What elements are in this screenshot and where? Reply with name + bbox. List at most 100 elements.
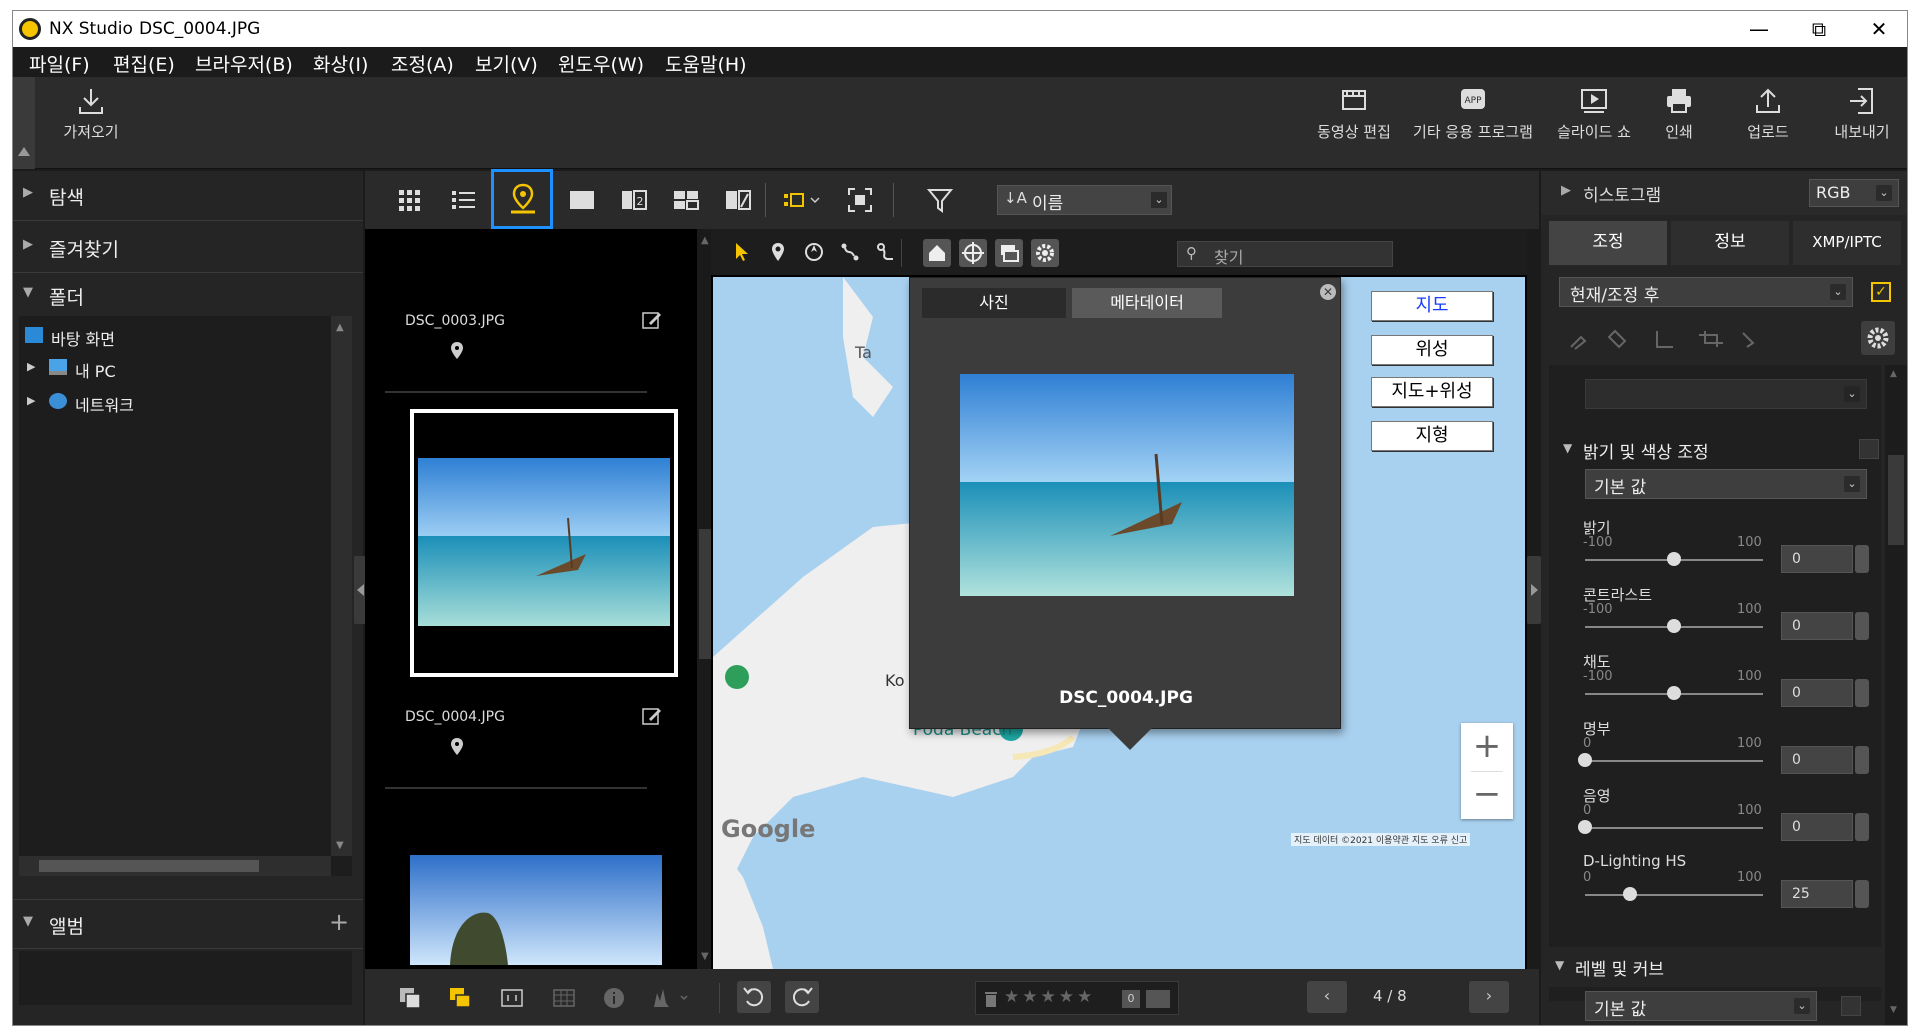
picture-control-dropdown[interactable]: ⌄	[1585, 379, 1867, 409]
apply-checkbox[interactable]: ✓	[1871, 282, 1891, 302]
histogram-mode-dropdown[interactable]: RGB ⌄	[1809, 179, 1899, 207]
slider-value-input[interactable]: 0	[1781, 813, 1853, 841]
zoom-in-button[interactable]: +	[1461, 723, 1513, 771]
direction-icon[interactable]	[803, 241, 825, 263]
popup-close-icon[interactable]: ✕	[1320, 284, 1336, 300]
focus-frame-icon[interactable]	[499, 985, 525, 1011]
slider-value-input[interactable]: 25	[1781, 880, 1853, 908]
slider-thumb[interactable]	[1667, 619, 1681, 633]
thumbnail-selected[interactable]	[410, 409, 678, 677]
before-after-icon[interactable]	[723, 185, 753, 215]
upload-button[interactable]: 업로드	[1733, 85, 1803, 142]
star-rating[interactable]: ★★★★★	[1004, 987, 1095, 1007]
next-image-button[interactable]: ›	[1469, 981, 1509, 1013]
list-view-icon[interactable]	[449, 185, 479, 215]
map-view[interactable]: Ta Ko Poda Poda Beach Google 지도 데이터 ©202…	[713, 277, 1525, 969]
brightness-preset-dropdown[interactable]: 기본 값 ⌄	[1585, 469, 1867, 499]
route-icon[interactable]	[875, 241, 897, 263]
sort-dropdown[interactable]: ↓A 이름 ⌄	[997, 185, 1172, 215]
stepper-icon[interactable]	[1855, 545, 1869, 573]
other-apps-button[interactable]: APP 기타 응용 프로그램	[1405, 85, 1541, 142]
next-thumbnail[interactable]	[410, 855, 662, 965]
stepper-icon[interactable]	[1855, 746, 1869, 774]
filter-icon[interactable]	[925, 185, 955, 215]
histogram-icon[interactable]	[651, 985, 691, 1011]
map-type-map[interactable]: 지도	[1371, 291, 1493, 321]
slider-track[interactable]	[1585, 894, 1763, 896]
video-edit-button[interactable]: 동영상 편집	[1313, 85, 1395, 142]
rotate-left-button[interactable]	[737, 981, 771, 1013]
map-layer-button[interactable]	[995, 239, 1023, 267]
menu-window[interactable]: 윈도우(W)	[558, 50, 644, 77]
menu-browser[interactable]: 브라우저(B)	[195, 50, 293, 77]
rating-zero-icon[interactable]: 0	[1122, 990, 1140, 1008]
info-icon[interactable]	[601, 985, 627, 1011]
slider-value-input[interactable]: 0	[1781, 746, 1853, 774]
print-button[interactable]: 인쇄	[1649, 85, 1709, 142]
prev-image-button[interactable]: ‹	[1307, 981, 1347, 1013]
grid-overlay-icon[interactable]	[551, 985, 577, 1011]
toolbar-collapse-handle[interactable]	[13, 77, 35, 169]
export-button[interactable]: 내보내기	[1823, 85, 1901, 142]
slideshow-button[interactable]: 슬라이드 쇼	[1551, 85, 1637, 142]
levels-preset-dropdown[interactable]: 기본 값 ⌄	[1585, 991, 1817, 1021]
levels-reset-checkbox[interactable]	[1841, 996, 1861, 1016]
histogram-header[interactable]: ▶ 히스토그램 RGB ⌄	[1541, 171, 1907, 215]
compare-four-icon[interactable]	[671, 185, 701, 215]
slider-track[interactable]	[1585, 760, 1763, 762]
tab-info[interactable]: 정보	[1671, 221, 1789, 265]
tree-item-my-pc[interactable]: ▶ 내 PC	[19, 354, 331, 382]
slider-track[interactable]	[1585, 827, 1763, 829]
slider-thumb[interactable]	[1622, 887, 1637, 901]
map-search-input[interactable]: ⚲ 찾기	[1177, 241, 1393, 267]
scroll-thumb[interactable]	[39, 860, 259, 872]
adjust-settings-button[interactable]	[1861, 321, 1895, 355]
popup-tab-photo[interactable]: 사진	[922, 288, 1066, 318]
zoom-out-button[interactable]: −	[1461, 771, 1513, 819]
menu-adjust[interactable]: 조정(A)	[391, 50, 454, 77]
stepper-icon[interactable]	[1855, 813, 1869, 841]
slider-value-input[interactable]: 0	[1781, 545, 1853, 573]
slider-value-input[interactable]: 0	[1781, 679, 1853, 707]
right-panel-toggle[interactable]	[1527, 556, 1541, 624]
map-type-hybrid[interactable]: 지도+위성	[1371, 377, 1493, 407]
select-arrow-icon[interactable]	[731, 241, 753, 263]
slider-thumb[interactable]	[1578, 820, 1592, 834]
thumbnail-size-icon[interactable]	[781, 185, 829, 215]
map-attribution[interactable]: 지도 데이터 ©2021 이용약관 지도 오류 신고	[1291, 833, 1471, 846]
popup-tab-metadata[interactable]: 메타데이터	[1072, 288, 1222, 318]
stack-yellow-icon[interactable]	[447, 985, 473, 1011]
brightness-reset-checkbox[interactable]	[1859, 439, 1879, 459]
section-album[interactable]: ▼ 앨범 +	[13, 899, 363, 949]
section-explore[interactable]: ▶ 탐색	[13, 171, 363, 221]
trash-icon[interactable]	[984, 990, 998, 1008]
home-button[interactable]	[923, 239, 951, 267]
rotate-right-button[interactable]	[785, 981, 819, 1013]
map-type-terrain[interactable]: 지형	[1371, 421, 1493, 451]
add-album-icon[interactable]: +	[329, 908, 349, 936]
menu-view[interactable]: 보기(V)	[475, 50, 538, 77]
menu-edit[interactable]: 편집(E)	[113, 50, 175, 77]
label-icon[interactable]	[1146, 990, 1170, 1008]
slider-thumb[interactable]	[1667, 552, 1681, 566]
menu-file[interactable]: 파일(F)	[29, 50, 90, 77]
tab-adjust[interactable]: 조정	[1549, 221, 1667, 265]
thumbnail-grid-icon[interactable]	[395, 185, 425, 215]
center-button[interactable]	[959, 239, 987, 267]
tree-item-network[interactable]: ▶ 네트워크	[19, 388, 331, 416]
close-button[interactable]: ✕	[1849, 13, 1907, 45]
preset-dropdown[interactable]: 현재/조정 후 ⌄	[1559, 277, 1853, 307]
restore-button[interactable]: ⧉	[1789, 13, 1849, 45]
section-favorites[interactable]: ▶ 즐겨찾기	[13, 223, 363, 273]
menu-image[interactable]: 화상(I)	[313, 50, 368, 77]
import-button[interactable]: 가져오기	[51, 85, 131, 142]
brightness-section-header[interactable]: ▼ 밝기 및 색상 조정	[1559, 435, 1881, 465]
single-frame-icon[interactable]	[567, 185, 597, 215]
adjust-scrollbar[interactable]: ▲ ▼	[1885, 365, 1907, 1025]
stepper-icon[interactable]	[1855, 612, 1869, 640]
scroll-thumb[interactable]	[1888, 455, 1904, 545]
compare-two-icon[interactable]: 2	[619, 185, 649, 215]
stepper-icon[interactable]	[1855, 679, 1869, 707]
place-pin-icon[interactable]	[767, 241, 789, 263]
stepper-icon[interactable]	[1855, 880, 1869, 908]
